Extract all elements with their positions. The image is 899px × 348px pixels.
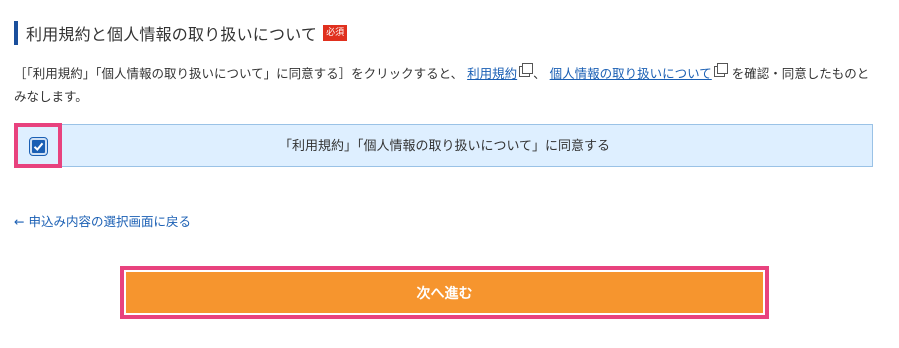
agree-label: 「利用規約」「個人情報の取り扱いについて」に同意する (278, 139, 611, 154)
description-separator: 、 (533, 66, 546, 81)
agreement-description: ［「利用規約」「個人情報の取り扱いについて」に同意する］をクリックすると、 利用… (14, 62, 880, 108)
next-button-highlight: 次へ進む (120, 266, 769, 319)
required-badge: 必須 (323, 25, 348, 41)
terms-link[interactable]: 利用規約 (467, 66, 517, 81)
agree-checkbox-row[interactable]: 「利用規約」「個人情報の取り扱いについて」に同意する (16, 124, 873, 167)
privacy-link-label: 個人情報の取り扱いについて (549, 66, 712, 81)
external-link-icon (519, 63, 534, 77)
terms-link-label: 利用規約 (467, 66, 518, 81)
checkmark-icon (33, 142, 44, 151)
external-link-icon (713, 63, 728, 77)
agree-checkbox[interactable] (29, 137, 48, 156)
privacy-link[interactable]: 個人情報の取り扱いについて (550, 66, 712, 81)
checkbox-highlight (14, 123, 62, 168)
next-button[interactable]: 次へ進む (126, 272, 763, 313)
section-accent-bar (14, 21, 18, 45)
section-header: 利用規約と個人情報の取り扱いについて 必須 (14, 21, 348, 45)
description-prefix: ［「利用規約」「個人情報の取り扱いについて」に同意する］をクリックすると、 (14, 66, 464, 81)
section-title: 利用規約と個人情報の取り扱いについて (26, 25, 318, 44)
back-to-selection-link[interactable]: ← 申込み内容の選択画面に戻る (14, 211, 191, 230)
